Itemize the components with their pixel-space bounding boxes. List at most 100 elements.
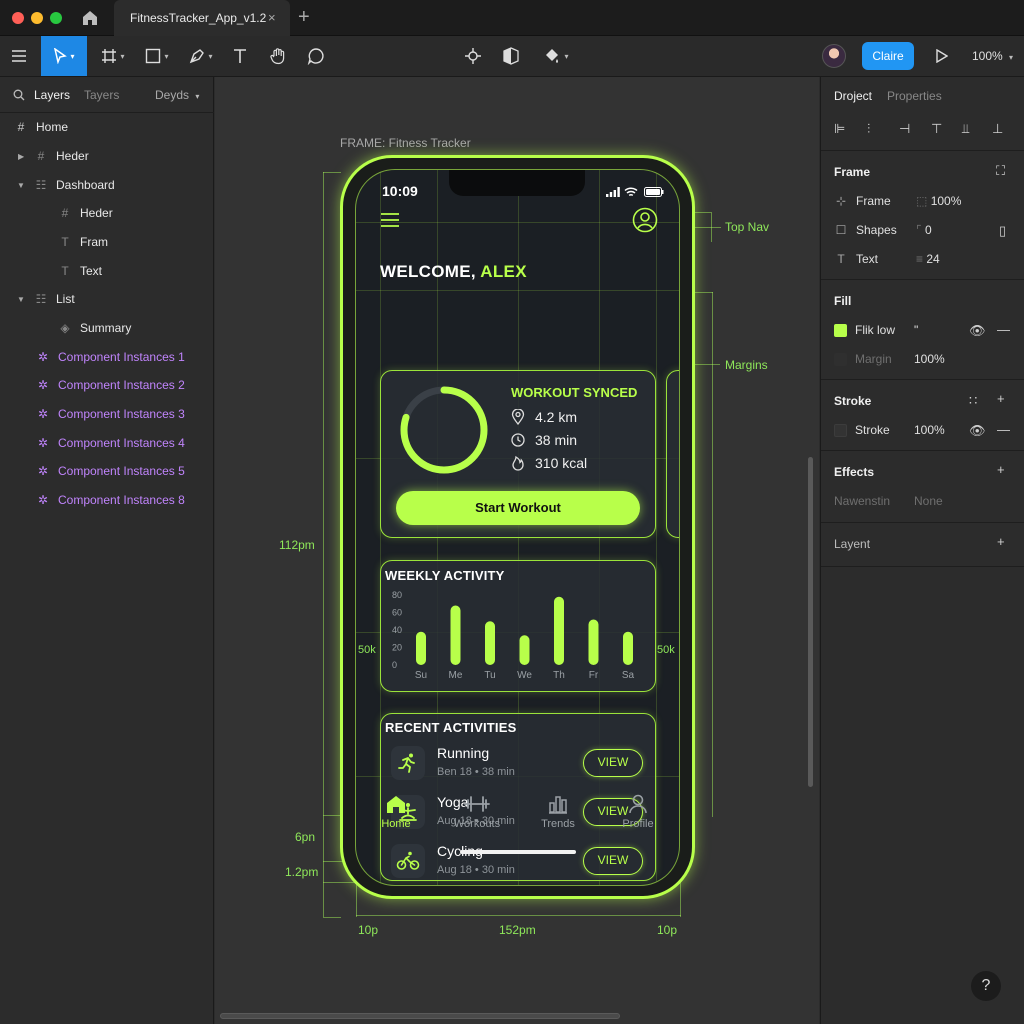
play-icon[interactable] [930, 36, 954, 76]
mask-icon[interactable] [499, 36, 523, 76]
help-button[interactable]: ? [971, 971, 1001, 1001]
eye-icon[interactable]: 👁︎ [969, 323, 986, 339]
zoom-level[interactable]: 100% ▾ [972, 49, 1013, 63]
add-stroke-icon[interactable]: + [997, 391, 1005, 406]
comment-tool-icon[interactable] [304, 36, 328, 76]
search-icon[interactable] [13, 88, 25, 106]
file-tab[interactable]: FitnessTracker_App_v1.2 × [114, 0, 290, 36]
annotation-left-width[interactable]: 10p [358, 923, 378, 937]
remove-fill-icon[interactable]: — [997, 322, 1010, 337]
hand-tool-icon[interactable] [266, 36, 290, 76]
start-workout-button[interactable]: Start Workout [396, 491, 640, 525]
align-middle-icon[interactable]: ⫫ [962, 121, 969, 137]
frame-row[interactable]: ⊹ Frame [834, 194, 891, 208]
layer-text[interactable]: T Text [56, 259, 102, 283]
chevron-right-icon[interactable]: ▶ [18, 152, 24, 161]
shape-tool-icon[interactable]: ▾ [140, 36, 174, 76]
text-row[interactable]: T Text [834, 252, 878, 266]
add-layout-icon[interactable]: + [997, 534, 1005, 549]
stroke-value[interactable]: 100% [914, 423, 945, 437]
layer-component-5[interactable]: ✲ Component Instances 5 [34, 459, 185, 483]
hamburger-menu-icon[interactable] [380, 212, 400, 233]
maximize-window-button[interactable] [50, 12, 62, 24]
align-center-icon[interactable]: ⫶ [867, 121, 870, 137]
remove-stroke-icon[interactable]: — [997, 422, 1010, 437]
activity-row-running[interactable]: Running Ben 18 • 38 min VIEW [391, 742, 645, 786]
pen-tool-icon[interactable]: ▾ [184, 36, 218, 76]
annotation-height[interactable]: 112pm [279, 538, 315, 552]
frame-label[interactable]: FRAME: Fitness Tracker [340, 136, 471, 150]
text-tool-icon[interactable] [228, 36, 252, 76]
layer-dashboard[interactable]: ▼ ☷ Dashboard [12, 173, 115, 197]
chevron-down-icon[interactable]: ▼ [17, 181, 25, 190]
new-tab-button[interactable]: + [298, 6, 310, 29]
tab-pages[interactable]: Deyds ▾ [155, 88, 199, 102]
activity-row-cycling[interactable]: Cycling Aug 18 • 30 min VIEW [391, 840, 645, 884]
component-icon[interactable] [461, 36, 485, 76]
margin-row[interactable]: Margin [834, 352, 892, 366]
layer-component-4[interactable]: ✲ Component Instances 4 [34, 431, 185, 455]
layer-component-3[interactable]: ✲ Component Instances 3 [34, 402, 185, 426]
fill-value[interactable]: " [914, 323, 918, 337]
layer-fram[interactable]: T Fram [56, 230, 108, 254]
layer-list[interactable]: ▼ ☷ List [12, 287, 75, 311]
stroke-row[interactable]: Stroke [834, 423, 890, 437]
view-button[interactable]: VIEW [583, 749, 643, 777]
chevron-down-icon[interactable]: ▼ [17, 295, 25, 304]
shapes-row-value[interactable]: ⌜ 0 [916, 223, 932, 237]
layer-heder-child[interactable]: # Heder [56, 201, 113, 225]
layer-heder[interactable]: ▶ # Heder [12, 144, 89, 168]
layer-component-2[interactable]: ✲ Component Instances 2 [34, 373, 185, 397]
frame-tool-icon[interactable]: ▾ [96, 36, 130, 76]
annotation-1-2pm[interactable]: 1.2pm [285, 865, 318, 879]
layer-summary[interactable]: ◈ Summary [56, 316, 131, 340]
avatar[interactable] [822, 44, 846, 68]
nav-home[interactable]: Home [366, 790, 426, 840]
align-right-icon[interactable]: ⊣ [899, 121, 910, 137]
fill-swatch[interactable] [834, 323, 847, 337]
nav-profile[interactable]: Profile [608, 790, 668, 840]
vertical-scrollbar[interactable] [808, 457, 813, 787]
align-top-icon[interactable]: ⊤ [931, 121, 942, 137]
tab-layers[interactable]: Layers [34, 88, 70, 102]
fill-row[interactable]: Flik low [834, 323, 895, 337]
text-row-value[interactable]: ≡ 24 [916, 252, 940, 266]
frame-row-value[interactable]: ⬚ 100% [916, 194, 961, 208]
tab-properties[interactable]: Properties [887, 89, 942, 103]
annotation-6pn[interactable]: 6pn [295, 830, 315, 844]
annotation-right-width[interactable]: 10p [657, 923, 677, 937]
shapes-row[interactable]: ☐ Shapes [834, 223, 897, 237]
distribute-icon[interactable]: ⊥ [992, 121, 1003, 137]
annotation-mid-width[interactable]: 152pm [499, 923, 536, 937]
align-left-icon[interactable]: ⊫ [834, 121, 845, 137]
close-tab-icon[interactable]: × [268, 10, 276, 25]
annotation-margins[interactable]: Margins [725, 358, 768, 372]
move-tool-icon[interactable]: ▾ [41, 36, 87, 76]
home-icon[interactable] [80, 8, 100, 28]
share-button[interactable]: Claire [862, 42, 914, 70]
effects-value[interactable]: None [914, 494, 943, 508]
design-canvas[interactable]: FRAME: Fitness Tracker Top Nav Margins 1… [215, 77, 819, 1024]
layer-home[interactable]: # Home [12, 115, 68, 139]
layer-component-1[interactable]: ✲ Component Instances 1 [34, 345, 185, 369]
clip-icon[interactable]: ▯ [999, 223, 1006, 239]
nav-trends[interactable]: Trends [528, 790, 588, 840]
view-button[interactable]: VIEW [583, 847, 643, 875]
layer-component-8[interactable]: ✲ Component Instances 8 [34, 488, 185, 512]
stroke-options-icon[interactable]: ∷ [969, 393, 977, 409]
menu-icon[interactable] [0, 36, 38, 76]
minimize-window-button[interactable] [31, 12, 43, 24]
resize-icon[interactable]: ⛶ [996, 163, 1005, 179]
tab-project[interactable]: Droject [834, 89, 872, 103]
horizontal-scrollbar[interactable] [220, 1013, 620, 1019]
close-window-button[interactable] [12, 12, 24, 24]
margin-value[interactable]: 100% [914, 352, 945, 366]
profile-icon[interactable] [632, 207, 658, 238]
tab-assets[interactable]: Tayers [84, 88, 119, 102]
workout-card[interactable]: WORKOUT SYNCED 4.2 km 38 min 310 kcal St… [380, 370, 656, 538]
fill-icon[interactable]: ▾ [538, 36, 574, 76]
annotation-top-nav[interactable]: Top Nav [725, 220, 769, 234]
nav-workouts[interactable]: Workouts [447, 790, 507, 840]
eye-icon[interactable]: 👁︎ [969, 423, 986, 439]
stroke-swatch[interactable] [834, 423, 847, 437]
